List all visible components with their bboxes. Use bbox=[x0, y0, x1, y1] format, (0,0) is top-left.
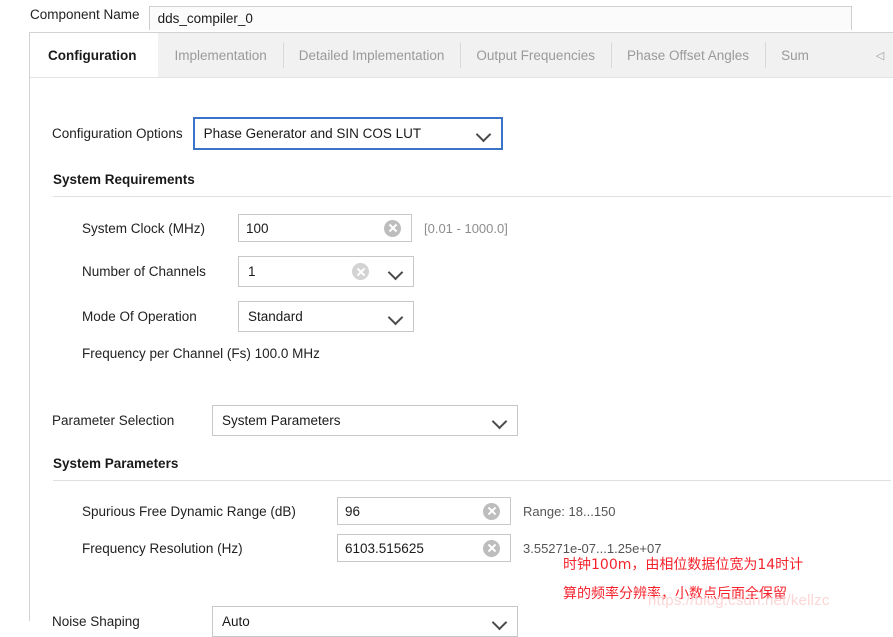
system-requirements-divider bbox=[53, 196, 891, 197]
number-of-channels-select[interactable]: 1 bbox=[238, 256, 414, 287]
tab-label: Detailed Implementation bbox=[298, 47, 445, 63]
mode-of-operation-row: Mode Of Operation Standard bbox=[82, 301, 414, 332]
clear-circle-icon[interactable] bbox=[483, 539, 500, 557]
clear-circle-icon[interactable] bbox=[384, 219, 401, 237]
tab-implementation[interactable]: Implementation bbox=[158, 33, 282, 77]
sfdr-range-hint: Range: 18...150 bbox=[523, 503, 616, 519]
chevron-down-icon bbox=[475, 126, 491, 142]
tab-strip: Configuration Implementation Detailed Im… bbox=[30, 33, 893, 78]
frequency-per-channel-text: Frequency per Channel (Fs) 100.0 MHz bbox=[82, 346, 320, 361]
component-name-bar: Component Name dds_compiler_0 bbox=[0, 0, 893, 30]
configuration-options-label: Configuration Options bbox=[52, 126, 183, 141]
tab-scroll-left-icon[interactable]: ◁ bbox=[867, 33, 893, 77]
sfdr-value: 96 bbox=[345, 503, 361, 519]
chevron-down-icon bbox=[387, 264, 404, 280]
parameter-selection-row: Parameter Selection System Parameters bbox=[52, 405, 518, 436]
noise-shaping-value: Auto bbox=[222, 614, 250, 629]
tab-label: Output Frequencies bbox=[476, 47, 595, 63]
mode-of-operation-label: Mode Of Operation bbox=[82, 309, 197, 324]
configuration-options-select[interactable]: Phase Generator and SIN COS LUT bbox=[192, 117, 503, 150]
mode-of-operation-select[interactable]: Standard bbox=[238, 301, 414, 332]
chevron-down-icon bbox=[491, 413, 508, 429]
sfdr-label: Spurious Free Dynamic Range (dB) bbox=[82, 503, 296, 519]
system-requirements-heading: System Requirements bbox=[53, 172, 195, 187]
component-name-input[interactable]: dds_compiler_0 bbox=[148, 5, 852, 30]
frequency-resolution-input[interactable]: 6103.515625 bbox=[337, 534, 511, 562]
system-clock-row: System Clock (MHz) 100 [0.01 - 1000.0] bbox=[82, 214, 582, 242]
configuration-tab-panel: Configuration Implementation Detailed Im… bbox=[29, 32, 893, 637]
system-clock-label: System Clock (MHz) bbox=[82, 220, 206, 236]
parameter-selection-value: System Parameters bbox=[222, 413, 341, 428]
tab-label: Sum bbox=[781, 47, 809, 63]
number-of-channels-row: Number of Channels 1 bbox=[82, 256, 414, 287]
number-of-channels-label: Number of Channels bbox=[82, 264, 206, 279]
clear-circle-icon[interactable] bbox=[483, 502, 500, 520]
chevron-down-icon bbox=[387, 309, 404, 325]
frequency-resolution-value: 6103.515625 bbox=[345, 540, 424, 556]
configuration-options-row: Configuration Options Phase Generator an… bbox=[52, 117, 503, 150]
tab-label: Phase Offset Angles bbox=[626, 47, 750, 63]
configuration-options-value: Phase Generator and SIN COS LUT bbox=[203, 126, 422, 141]
clear-circle-icon[interactable] bbox=[352, 263, 369, 280]
tab-phase-offset-angles[interactable]: Phase Offset Angles bbox=[610, 33, 765, 77]
system-clock-input[interactable]: 100 bbox=[238, 214, 412, 242]
tab-summary[interactable]: Sum bbox=[765, 33, 825, 77]
tab-detailed-implementation[interactable]: Detailed Implementation bbox=[282, 33, 461, 77]
noise-shaping-select[interactable]: Auto bbox=[212, 606, 518, 637]
mode-of-operation-value: Standard bbox=[248, 309, 303, 324]
watermark-text: https://blog.csdn.net/kellzc bbox=[648, 592, 830, 609]
tab-configuration[interactable]: Configuration bbox=[30, 33, 159, 77]
tab-label: Configuration bbox=[48, 47, 137, 63]
sfdr-input[interactable]: 96 bbox=[337, 497, 511, 525]
system-parameters-heading: System Parameters bbox=[53, 456, 179, 471]
chevron-down-icon bbox=[491, 614, 508, 630]
tab-label: Implementation bbox=[174, 47, 267, 63]
parameter-selection-label: Parameter Selection bbox=[52, 413, 175, 428]
noise-shaping-row: Noise Shaping Auto bbox=[52, 606, 518, 637]
system-clock-value: 100 bbox=[246, 220, 269, 236]
tab-output-frequencies[interactable]: Output Frequencies bbox=[460, 33, 611, 77]
system-parameters-divider bbox=[53, 480, 891, 481]
sfdr-row: Spurious Free Dynamic Range (dB) 96 Rang… bbox=[82, 497, 616, 525]
frequency-resolution-label: Frequency Resolution (Hz) bbox=[82, 540, 243, 556]
number-of-channels-value: 1 bbox=[248, 264, 256, 279]
tab-content-configuration: Configuration Options Phase Generator an… bbox=[30, 78, 893, 637]
noise-shaping-label: Noise Shaping bbox=[52, 614, 140, 629]
component-name-label: Component Name bbox=[30, 7, 140, 22]
parameter-selection-select[interactable]: System Parameters bbox=[212, 405, 518, 436]
system-clock-range-hint: [0.01 - 1000.0] bbox=[424, 220, 508, 236]
